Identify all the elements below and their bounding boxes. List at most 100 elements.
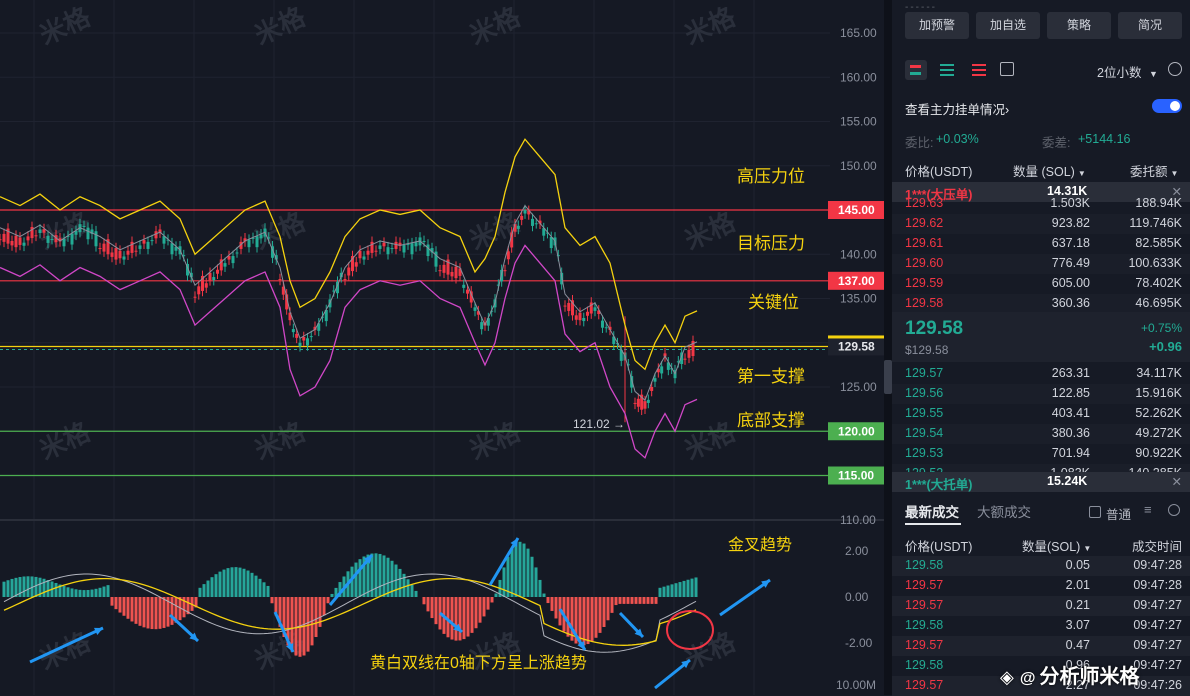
macd-histogram-bar bbox=[198, 587, 202, 597]
view-depth-link[interactable]: 查看主力挂单情况› bbox=[905, 99, 1009, 118]
candle-body bbox=[150, 240, 154, 242]
macd-histogram-bar bbox=[550, 597, 554, 611]
trade-row[interactable]: 129.57 2.01 09:47:28 bbox=[892, 576, 1190, 596]
trade-row[interactable]: 129.58 3.07 09:47:27 bbox=[892, 616, 1190, 636]
candle-body bbox=[523, 210, 527, 214]
candle-body bbox=[506, 251, 510, 260]
big-bid-row[interactable]: 1***(大托单) 15.24K ✕ bbox=[892, 472, 1190, 492]
big-bid-label: 1***(大托单) bbox=[905, 478, 973, 492]
last-price-block: 129.58 $129.58 +0.75% +0.96 bbox=[892, 312, 1190, 362]
macd-histogram-bar bbox=[634, 597, 638, 604]
macd-histogram-bar bbox=[510, 548, 514, 597]
col-qty-header[interactable]: 数量 (SOL) ▼ bbox=[1013, 161, 1086, 180]
candle-body bbox=[255, 236, 259, 248]
macd-histogram-bar bbox=[70, 588, 74, 597]
macd-histogram-bar bbox=[678, 582, 682, 597]
settings-icon[interactable] bbox=[1168, 504, 1180, 516]
candle-body bbox=[343, 279, 347, 281]
filter-icon[interactable]: ≡ bbox=[1144, 502, 1152, 517]
macd-histogram-bar bbox=[138, 597, 142, 626]
trade-row[interactable]: 129.57 0.47 09:47:27 bbox=[892, 636, 1190, 656]
ask-qty: 923.82 bbox=[1051, 216, 1090, 230]
trade-row[interactable]: 129.58 0.05 09:47:28 bbox=[892, 556, 1190, 576]
candle-body bbox=[653, 378, 657, 382]
tab-latest-trades[interactable]: 最新成交 bbox=[905, 501, 959, 521]
candle-body bbox=[204, 283, 208, 288]
bid-qty: 380.36 bbox=[1051, 426, 1090, 440]
view-trades-icon[interactable] bbox=[1000, 62, 1014, 76]
watermark: 米格 bbox=[35, 1, 96, 51]
watermark: 米格 bbox=[465, 416, 526, 466]
big-bid-value: 15.24K bbox=[1047, 474, 1088, 488]
macd-histogram-bar bbox=[170, 597, 174, 625]
candle-body bbox=[687, 349, 691, 358]
watermark: 米格 bbox=[35, 626, 96, 676]
ask-row[interactable]: 129.60 776.49 100.633K bbox=[892, 254, 1190, 274]
view-both-icon[interactable] bbox=[905, 60, 927, 80]
trade-qty: 0.47 bbox=[1065, 638, 1090, 652]
depth-toggle[interactable] bbox=[1152, 99, 1182, 113]
view-asks-icon[interactable] bbox=[972, 62, 986, 76]
bid-total: 90.922K bbox=[1135, 446, 1182, 460]
macd-histogram-bar bbox=[458, 597, 462, 641]
add-alert-button[interactable]: 加预警 bbox=[905, 12, 969, 39]
ask-row[interactable]: 129.62 923.82 119.746K bbox=[892, 214, 1190, 234]
candle-body bbox=[306, 338, 309, 346]
trade-col-time: 成交时间 bbox=[1132, 540, 1183, 554]
bid-row[interactable]: 129.57 263.31 34.117K bbox=[892, 364, 1190, 384]
trade-row[interactable]: 129.57 0.21 09:47:27 bbox=[892, 596, 1190, 616]
macd-histogram-bar bbox=[114, 597, 118, 610]
candle-body bbox=[414, 242, 418, 247]
candle-body bbox=[110, 252, 114, 257]
collapse-panel-handle[interactable] bbox=[884, 360, 892, 394]
macd-histogram-bar bbox=[154, 597, 158, 630]
chart-canvas[interactable]: 米格 米格 米格 米格米格 米格 米格 米格米格 米格 米格 米格米格 米格 米格 米格165.0016… bbox=[0, 0, 888, 695]
candle-body bbox=[98, 248, 102, 250]
macd-histogram-bar bbox=[210, 577, 214, 597]
col-total-label: 委托额 bbox=[1130, 165, 1168, 179]
add-watchlist-button[interactable]: 加自选 bbox=[976, 12, 1040, 39]
candle-body bbox=[366, 250, 370, 255]
settings-icon[interactable] bbox=[1168, 62, 1182, 76]
col-total-header[interactable]: 委托额 ▼ bbox=[1130, 161, 1178, 180]
trade-col-qty[interactable]: 数量(SOL) ▼ bbox=[1022, 536, 1091, 555]
bid-row[interactable]: 129.55 403.41 52.262K bbox=[892, 404, 1190, 424]
macd-histogram-bar bbox=[534, 567, 538, 597]
tab-large-trades[interactable]: 大额成交 bbox=[977, 501, 1031, 521]
view-bids-icon[interactable] bbox=[940, 62, 954, 76]
macd-histogram-bar bbox=[322, 597, 326, 616]
precision-select[interactable]: 2位小数 ▼ bbox=[1097, 62, 1158, 81]
overview-button[interactable]: 简况 bbox=[1118, 12, 1182, 39]
macd-histogram-bar bbox=[10, 578, 14, 597]
y-axis-label: 110.00 bbox=[840, 513, 876, 527]
candle-body bbox=[660, 366, 664, 374]
ask-row[interactable]: 129.63 1.503K 188.94K bbox=[892, 194, 1190, 214]
bid-row[interactable]: 129.56 122.85 15.916K bbox=[892, 384, 1190, 404]
macd-histogram-bar bbox=[638, 597, 642, 604]
macd-histogram-bar bbox=[74, 589, 78, 597]
macd-histogram-bar bbox=[258, 578, 262, 597]
normal-checkbox[interactable] bbox=[1089, 506, 1101, 518]
candle-body bbox=[574, 315, 578, 320]
macd-histogram-bar bbox=[470, 597, 474, 633]
macd-histogram-bar bbox=[622, 597, 626, 604]
trade-price: 129.57 bbox=[905, 598, 944, 612]
macd-histogram-bar bbox=[410, 584, 414, 597]
candle-body bbox=[643, 401, 647, 409]
close-icon[interactable]: ✕ bbox=[1172, 474, 1182, 489]
macd-histogram-bar bbox=[250, 572, 254, 597]
ask-row[interactable]: 129.61 637.18 82.585K bbox=[892, 234, 1190, 254]
bid-row[interactable]: 129.53 701.94 90.922K bbox=[892, 444, 1190, 464]
bid-price: 129.57 bbox=[905, 366, 944, 380]
price-chart[interactable]: 米格 米格 米格 米格 米格 米格 米格 米格 米格 米格 米格 米格 米格 米格 米格 米格 165.00 16… bbox=[0, 0, 888, 695]
strategy-button[interactable]: 策略 bbox=[1047, 12, 1111, 39]
ask-row[interactable]: 129.58 360.36 46.695K bbox=[892, 294, 1190, 314]
candle-body bbox=[34, 235, 38, 237]
bid-qty: 701.94 bbox=[1051, 446, 1090, 460]
macd-histogram-bar bbox=[654, 597, 658, 604]
candle-body bbox=[193, 296, 197, 298]
candle-body bbox=[26, 236, 30, 241]
trade-time: 09:47:27 bbox=[1133, 598, 1182, 612]
ask-row[interactable]: 129.59 605.00 78.402K bbox=[892, 274, 1190, 294]
bid-row[interactable]: 129.54 380.36 49.272K bbox=[892, 424, 1190, 444]
